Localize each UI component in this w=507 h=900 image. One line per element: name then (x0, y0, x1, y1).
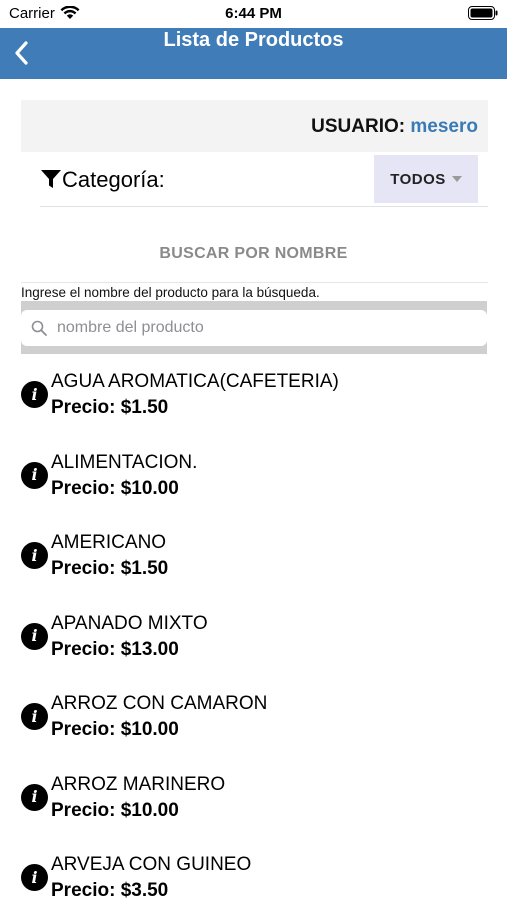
info-icon[interactable]: i (21, 381, 48, 408)
product-name: AMERICANO (51, 532, 167, 553)
product-price: Precio: $10.00 (51, 719, 179, 740)
info-icon[interactable]: i (21, 542, 48, 569)
category-row: Categoría: TODOS (40, 155, 488, 207)
list-item[interactable]: i ALIMENTACION. Precio: $10.00 (0, 446, 507, 527)
info-icon[interactable]: i (21, 461, 48, 489)
category-label: Categoría: (62, 167, 165, 192)
product-name: ARROZ CON CAMARON (51, 693, 268, 714)
page-title: Lista de Productos (163, 29, 344, 51)
list-item[interactable]: i ARROZ CON CAMARON Precio: $10.00 (0, 687, 507, 768)
list-item[interactable]: i ARVEJA CON GUINEO Precio: $3.50 (0, 848, 507, 900)
product-name: ALIMENTACION. (51, 451, 198, 473)
filter-icon (41, 170, 61, 188)
user-value: mesero (410, 116, 478, 137)
category-select[interactable]: TODOS (374, 155, 478, 203)
user-label: USUARIO: (311, 116, 406, 137)
category-selected-value: TODOS (390, 170, 446, 188)
user-info: USUARIO: mesero (311, 116, 478, 138)
status-time: 6:44 PM (225, 5, 282, 22)
product-name: ARVEJA CON GUINEO (51, 854, 252, 875)
user-strip: USUARIO: mesero (21, 100, 488, 152)
divider (21, 282, 488, 283)
product-name: AGUA AROMATICA(CAFETERIA) (51, 371, 339, 392)
product-list: i AGUA AROMATICA(CAFETERIA) Precio: $1.5… (0, 365, 507, 900)
search-icon (31, 320, 47, 336)
product-name: APANADO MIXTO (51, 612, 208, 634)
list-item[interactable]: i AGUA AROMATICA(CAFETERIA) Precio: $1.5… (0, 365, 507, 446)
search-field[interactable] (21, 310, 487, 346)
list-item[interactable]: i AMERICANO Precio: $1.50 (0, 526, 507, 607)
battery-icon (468, 6, 498, 20)
product-price: Precio: $3.50 (51, 880, 169, 900)
search-bar (21, 301, 487, 354)
info-icon[interactable]: i (21, 783, 48, 811)
search-hint: Ingrese el nombre del producto para la b… (21, 285, 320, 300)
product-name: ARROZ MARINERO (51, 773, 226, 795)
status-bar: Carrier 6:44 PM (0, 0, 507, 28)
product-price: Precio: $1.50 (51, 397, 169, 418)
product-price: Precio: $10.00 (51, 799, 179, 821)
info-icon[interactable]: i (21, 703, 48, 730)
product-price: Precio: $1.50 (51, 558, 169, 579)
product-price: Precio: $10.00 (51, 477, 179, 499)
search-header: BUSCAR POR NOMBRE (159, 245, 348, 262)
product-price: Precio: $13.00 (51, 638, 179, 660)
caret-down-icon (451, 176, 462, 182)
list-item[interactable]: i APANADO MIXTO Precio: $13.00 (0, 607, 507, 688)
nav-bar: Lista de Productos (0, 28, 507, 79)
list-item[interactable]: i ARROZ MARINERO Precio: $10.00 (0, 768, 507, 849)
search-input[interactable] (57, 310, 477, 346)
info-icon[interactable]: i (21, 864, 48, 891)
info-icon[interactable]: i (21, 622, 48, 650)
